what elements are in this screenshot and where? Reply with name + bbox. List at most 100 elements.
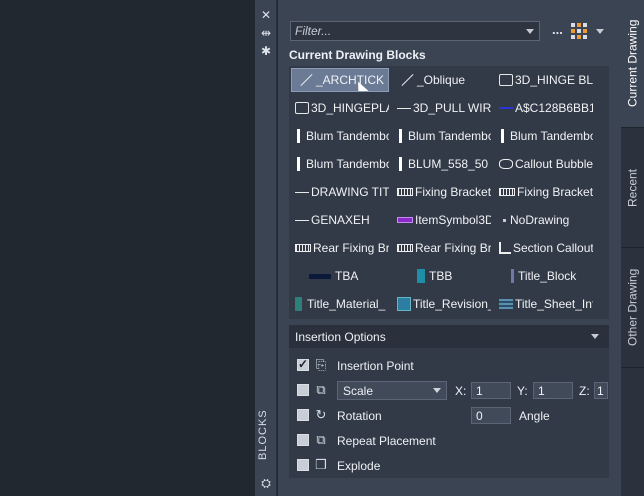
block-name: BLUM_558_50: [408, 157, 489, 171]
palette-title: BLOCKS: [257, 409, 269, 461]
insertion-options-body: ⎘ Insertion Point ⧉ Scale X: 1 Y: 1 Z: 1…: [289, 348, 609, 478]
block-thumbnail-icon: [399, 157, 402, 171]
block-tile[interactable]: TBB: [393, 264, 491, 288]
block-tile[interactable]: Title_Revision_: [393, 292, 491, 316]
tab-recent[interactable]: Recent: [621, 128, 644, 248]
block-thumbnail-icon: [295, 297, 302, 311]
block-tile[interactable]: ItemSymbol3D: [393, 208, 491, 232]
block-name: TBB: [429, 269, 453, 283]
block-thumbnail-icon: [399, 129, 402, 143]
block-tile[interactable]: Callout Bubble: [495, 152, 593, 176]
block-name: ItemSymbol3D: [415, 213, 491, 227]
block-thumbnail-icon: [309, 273, 331, 279]
block-tile[interactable]: Title_Material_: [291, 292, 389, 316]
scale-y-input[interactable]: 1: [533, 382, 573, 399]
repeat-placement-icon: ⧉: [316, 432, 326, 447]
block-thumbnail-icon: [417, 269, 425, 283]
scale-checkbox[interactable]: [297, 384, 309, 396]
block-tile[interactable]: 3D_HINGEPLATE: [291, 96, 389, 120]
block-tile[interactable]: Blum Tandembox: [291, 152, 389, 176]
block-name: Fixing Bracket: [517, 185, 593, 199]
view-options-icon[interactable]: [571, 23, 587, 39]
block-name: NoDrawing: [510, 213, 570, 227]
block-tile[interactable]: Section Callout: [495, 236, 593, 260]
block-thumbnail-icon: [499, 159, 513, 169]
block-name: Blum Tandembox: [306, 157, 389, 171]
scale-dropdown[interactable]: Scale: [337, 381, 447, 400]
block-tile[interactable]: _ARCHTICK: [291, 68, 389, 92]
block-thumbnail-icon: [499, 74, 513, 86]
block-tile[interactable]: NoDrawing: [495, 208, 593, 232]
block-tile[interactable]: TBA: [291, 264, 389, 288]
block-tile[interactable]: Rear Fixing Bracket: [291, 236, 389, 260]
block-thumbnail-icon: [397, 297, 411, 311]
block-tile[interactable]: Rear Fixing Bracket: [393, 236, 491, 260]
block-tile[interactable]: Title_Sheet_Info: [495, 292, 593, 316]
repeat-placement-label: Repeat Placement: [337, 434, 436, 448]
block-tile[interactable]: 3D_HINGE BLUM: [495, 68, 593, 92]
block-name: Fixing Bracket: [415, 185, 491, 199]
tab-other-drawing[interactable]: Other Drawing: [621, 248, 644, 368]
block-name: TBA: [335, 269, 359, 283]
block-gallery: _ARCHTICK _Oblique 3D_HINGE BLUM 3D_HINGEPL…: [289, 66, 609, 319]
scale-x-label: X:: [455, 384, 467, 398]
block-tile[interactable]: DRAWING TITLE: [291, 180, 389, 204]
chevron-down-icon[interactable]: [526, 29, 534, 34]
explode-checkbox[interactable]: [297, 459, 309, 471]
block-tile[interactable]: A$C128B6BB1: [495, 96, 593, 120]
more-button[interactable]: ...: [552, 22, 563, 37]
block-name: Title_Block: [518, 269, 577, 283]
block-thumbnail-icon: [397, 217, 413, 223]
block-name: Title_Material_: [307, 297, 386, 311]
block-name: Blum Tandembox: [510, 129, 593, 143]
rotation-checkbox[interactable]: [297, 409, 309, 421]
auto-hide-icon[interactable]: ⇹: [259, 26, 273, 40]
block-tile[interactable]: Blum Tandembox: [495, 124, 593, 148]
block-tile[interactable]: Fixing Bracket: [495, 180, 593, 204]
block-thumbnail-icon: [499, 299, 513, 309]
block-thumbnail-icon: [300, 73, 314, 87]
block-thumbnail-icon: [499, 242, 511, 254]
section-title: Current Drawing Blocks: [289, 48, 426, 62]
block-name: Blum Tandembox: [408, 129, 491, 143]
properties-icon[interactable]: ✱: [259, 44, 273, 58]
blocks-palette-icon: ⛭: [261, 476, 271, 490]
view-dropdown-icon[interactable]: [596, 29, 604, 34]
block-tile[interactable]: Blum Tandembox: [291, 124, 389, 148]
filter-placeholder: Filter...: [295, 24, 332, 38]
insertion-point-checkbox[interactable]: [297, 357, 309, 371]
block-thumbnail-icon: [499, 107, 513, 109]
scale-x-input[interactable]: 1: [471, 382, 511, 399]
drawing-area[interactable]: [0, 0, 255, 496]
scale-z-label: Z:: [579, 384, 590, 398]
block-name: Title_Sheet_Info: [515, 297, 593, 311]
insertion-options-header[interactable]: Insertion Options: [289, 325, 609, 348]
block-tile[interactable]: Blum Tandembox: [393, 124, 491, 148]
tab-current-drawing[interactable]: Current Drawing: [621, 0, 644, 128]
scale-z-input[interactable]: 1: [594, 382, 608, 399]
insertion-options-title: Insertion Options: [295, 329, 386, 344]
explode-icon: ❒: [315, 457, 327, 472]
block-tile[interactable]: GENAXEH: [291, 208, 389, 232]
repeat-placement-checkbox[interactable]: [297, 434, 309, 446]
filter-input[interactable]: Filter...: [290, 21, 540, 41]
block-name: _ARCHTICK: [316, 73, 385, 87]
block-tile[interactable]: _Oblique: [393, 68, 491, 92]
rotation-angle-input[interactable]: 0: [471, 407, 511, 424]
angle-label: Angle: [519, 409, 550, 423]
block-tile[interactable]: BLUM_558_50: [393, 152, 491, 176]
block-name: Rear Fixing Bracket: [415, 241, 491, 255]
insertion-point-label: Insertion Point: [337, 359, 414, 373]
chevron-down-icon[interactable]: [591, 334, 599, 339]
rotation-label: Rotation: [337, 409, 382, 423]
block-tile[interactable]: 3D_PULL WIRE: [393, 96, 491, 120]
block-name: 3D_HINGEPLATE: [311, 101, 389, 115]
block-thumbnail-icon: [295, 191, 309, 193]
scale-y-label: Y:: [517, 384, 528, 398]
block-thumbnail-icon: [295, 102, 309, 114]
block-tile[interactable]: Title_Block: [495, 264, 593, 288]
chevron-down-icon: [433, 388, 441, 393]
block-tile[interactable]: Fixing Bracket: [393, 180, 491, 204]
block-name: _Oblique: [417, 73, 466, 87]
close-icon[interactable]: ✕: [259, 8, 273, 22]
